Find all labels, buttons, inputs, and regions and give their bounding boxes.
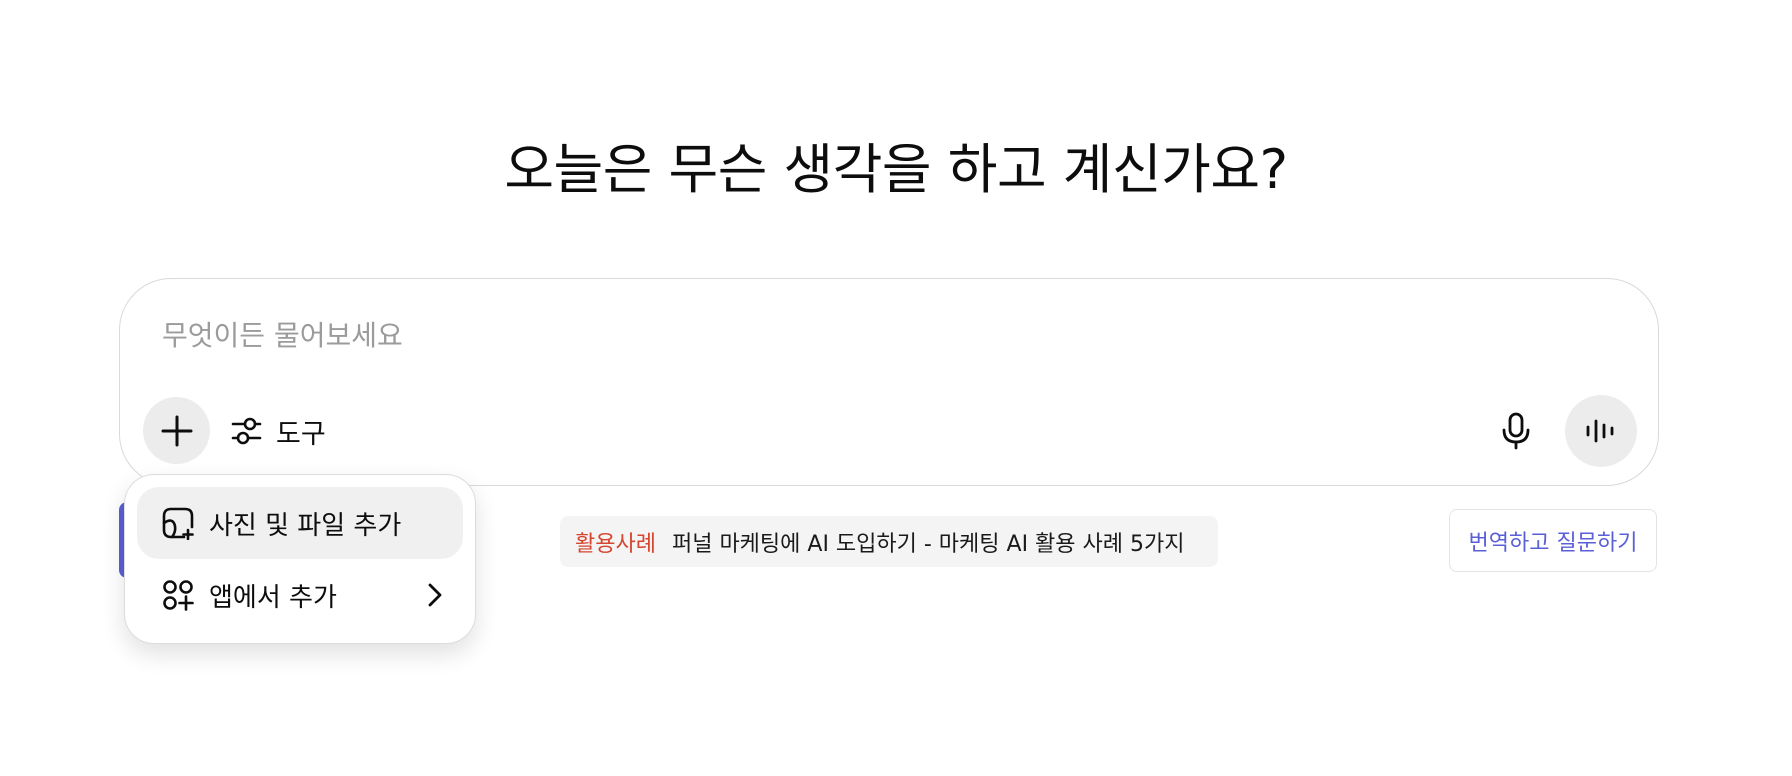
attach-menu: 사진 및 파일 추가 앱에서 추가	[124, 474, 476, 644]
prompt-composer[interactable]: 도구	[119, 278, 1659, 486]
tools-label: 도구	[276, 418, 326, 450]
page-title: 오늘은 무슨 생각을 하고 계신가요?	[504, 138, 1288, 201]
microphone-icon	[1501, 411, 1531, 451]
chevron-right-icon	[425, 581, 445, 609]
menu-item-add-from-apps[interactable]: 앱에서 추가	[137, 559, 463, 631]
add-file-icon	[161, 506, 195, 540]
prompt-input[interactable]	[162, 313, 1562, 357]
menu-item-add-photos-files[interactable]: 사진 및 파일 추가	[137, 487, 463, 559]
usecase-tag: 활용사례	[575, 531, 656, 557]
tools-button[interactable]: 도구	[230, 405, 326, 457]
voice-waveform-icon	[1584, 416, 1618, 446]
menu-item-label: 앱에서 추가	[209, 582, 337, 613]
translate-and-ask-button[interactable]: 번역하고 질문하기	[1449, 509, 1657, 572]
plus-icon	[160, 414, 194, 448]
dictate-button[interactable]	[1490, 405, 1542, 457]
attach-button[interactable]	[143, 397, 210, 464]
usecase-text: 퍼널 마케팅에 AI 도입하기 - 마케팅 AI 활용 사례 5가지	[671, 531, 1185, 557]
chat-home-page: 오늘은 무슨 생각을 하고 계신가요? 도구	[0, 0, 1792, 776]
sliders-icon	[230, 414, 264, 448]
voice-mode-button[interactable]	[1565, 395, 1637, 467]
add-apps-icon	[161, 578, 195, 612]
menu-item-label: 사진 및 파일 추가	[209, 510, 402, 541]
usecase-suggestion[interactable]: 활용사례 퍼널 마케팅에 AI 도입하기 - 마케팅 AI 활용 사례 5가지	[560, 516, 1218, 567]
